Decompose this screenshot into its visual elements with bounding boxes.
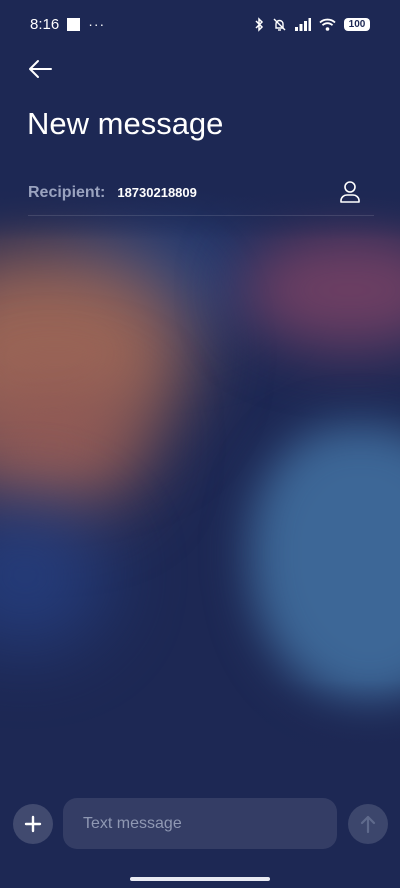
wallpaper-blob: [0, 500, 110, 650]
person-icon: [340, 181, 360, 203]
wallpaper-blob: [0, 380, 140, 510]
recipient-value[interactable]: 18730218809: [117, 185, 197, 200]
back-arrow-icon: [29, 60, 52, 78]
add-attachment-button[interactable]: [13, 804, 53, 844]
notification-square-icon: [67, 17, 81, 31]
silent-bell-icon: [273, 18, 286, 31]
signal-icon: [295, 17, 311, 31]
overflow-dots: ···: [88, 16, 106, 32]
status-time: 8:16: [30, 15, 60, 33]
wifi-icon: [319, 18, 336, 31]
status-right: 100: [254, 16, 370, 32]
recipient-field[interactable]: Recipient: 18730218809: [28, 170, 374, 216]
recipient-label: Recipient:: [28, 183, 106, 201]
status-bar: 8:16 ··· 100: [0, 0, 400, 48]
home-indicator[interactable]: [130, 877, 270, 881]
wallpaper-blob: [240, 230, 400, 350]
wallpaper-fade: [0, 680, 400, 888]
message-composer: [0, 798, 400, 850]
plus-icon: [24, 815, 42, 833]
text-message-input[interactable]: [63, 798, 337, 849]
wallpaper-blob: [250, 425, 400, 705]
page-title: New message: [27, 106, 224, 141]
send-arrow-up-icon: [360, 815, 376, 834]
status-left: 8:16 ···: [30, 16, 105, 33]
back-button[interactable]: [22, 54, 58, 84]
send-button[interactable]: [348, 804, 388, 844]
contact-picker-button[interactable]: [338, 179, 362, 205]
bluetooth-icon: [255, 16, 264, 32]
battery-icon: 100: [344, 17, 370, 31]
